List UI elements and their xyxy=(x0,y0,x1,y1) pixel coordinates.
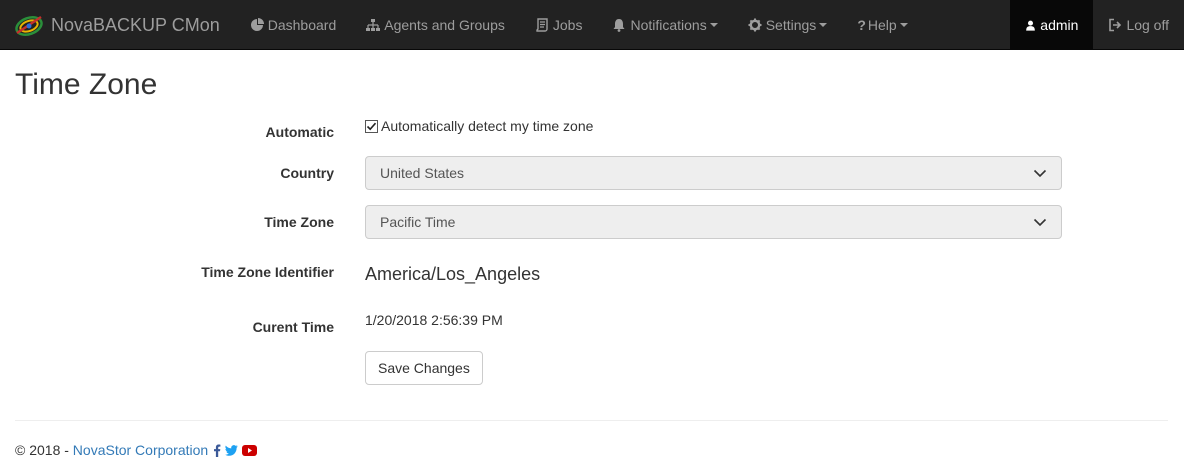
current-time-label: Curent Time xyxy=(252,319,334,335)
nav-logoff-label: Log off xyxy=(1126,17,1169,33)
nav-agents-label: Agents and Groups xyxy=(384,17,505,33)
nav-help[interactable]: ? Help xyxy=(842,0,922,50)
nav-notifications-label: Notifications xyxy=(630,17,707,33)
chevron-down-icon xyxy=(819,23,828,27)
timezone-select-value: Pacific Time xyxy=(380,214,456,230)
timezone-label: Time Zone xyxy=(264,214,334,230)
footer-company-link[interactable]: NovaStor Corporation xyxy=(73,442,208,458)
automatic-row: Automatic Automatically detect my time z… xyxy=(0,118,1184,144)
sitemap-icon xyxy=(366,19,381,31)
top-navbar: NovaBACKUP CMon Dashboard Agents and Gro… xyxy=(0,0,1184,50)
nav-user-label: admin xyxy=(1040,17,1079,33)
automatic-checkbox-label[interactable]: Automatically detect my time zone xyxy=(365,118,593,134)
twitter-icon[interactable] xyxy=(225,444,239,456)
automatic-checkbox[interactable] xyxy=(365,119,378,133)
chevron-down-icon xyxy=(1033,169,1047,177)
identifier-value: America/Los_Angeles xyxy=(365,264,541,284)
footer-copyright: © 2018 - xyxy=(15,442,73,458)
identifier-row: Time Zone Identifier America/Los_Angeles xyxy=(0,262,1184,288)
current-time-row: Curent Time 1/20/2018 2:56:39 PM xyxy=(0,311,1184,337)
nav-logoff[interactable]: Log off xyxy=(1093,0,1184,50)
chevron-down-icon xyxy=(709,23,718,27)
automatic-label: Automatic xyxy=(265,124,334,140)
youtube-icon[interactable] xyxy=(242,444,258,456)
chevron-down-icon xyxy=(899,23,908,27)
footer-divider xyxy=(15,420,1168,421)
novabackup-logo-icon xyxy=(15,15,43,36)
scroll-icon xyxy=(536,18,548,32)
nav-agents-and-groups[interactable]: Agents and Groups xyxy=(351,0,520,50)
page-title: Time Zone xyxy=(15,68,158,101)
current-time-value: 1/20/2018 2:56:39 PM xyxy=(365,312,503,328)
chevron-down-icon xyxy=(1033,218,1047,226)
country-row: Country United States xyxy=(0,156,1184,190)
automatic-checkbox-text: Automatically detect my time zone xyxy=(381,118,594,134)
country-select[interactable]: United States xyxy=(365,156,1062,190)
nav-jobs[interactable]: Jobs xyxy=(520,0,598,50)
nav-help-label: Help xyxy=(867,17,897,33)
user-icon xyxy=(1026,20,1036,31)
gear-icon xyxy=(748,18,762,32)
check-icon xyxy=(366,122,377,130)
country-select-value: United States xyxy=(380,165,465,181)
brand-name: NovaBACKUP CMon xyxy=(51,14,220,35)
nav-settings-label: Settings xyxy=(765,17,817,33)
sign-out-icon xyxy=(1109,18,1122,32)
country-label: Country xyxy=(280,165,334,181)
bell-icon xyxy=(613,19,625,32)
brand-link[interactable]: NovaBACKUP CMon xyxy=(0,0,235,50)
timezone-select[interactable]: Pacific Time xyxy=(365,205,1062,239)
nav-dashboard-label: Dashboard xyxy=(267,17,337,33)
identifier-label: Time Zone Identifier xyxy=(201,264,334,280)
nav-dashboard[interactable]: Dashboard xyxy=(235,0,352,50)
save-row: Save Changes xyxy=(0,351,1184,385)
nav-user-admin[interactable]: admin xyxy=(1010,0,1094,50)
question-icon: ? xyxy=(857,17,866,33)
facebook-icon[interactable] xyxy=(213,444,221,457)
footer: © 2018 - NovaStor Corporation xyxy=(15,442,258,458)
timezone-row: Time Zone Pacific Time xyxy=(0,205,1184,239)
nav-settings[interactable]: Settings xyxy=(733,0,843,50)
nav-jobs-label: Jobs xyxy=(552,17,583,33)
pie-chart-icon xyxy=(250,18,264,31)
nav-notifications[interactable]: Notifications xyxy=(597,0,732,50)
save-changes-button[interactable]: Save Changes xyxy=(365,351,483,385)
social-links xyxy=(213,444,258,457)
